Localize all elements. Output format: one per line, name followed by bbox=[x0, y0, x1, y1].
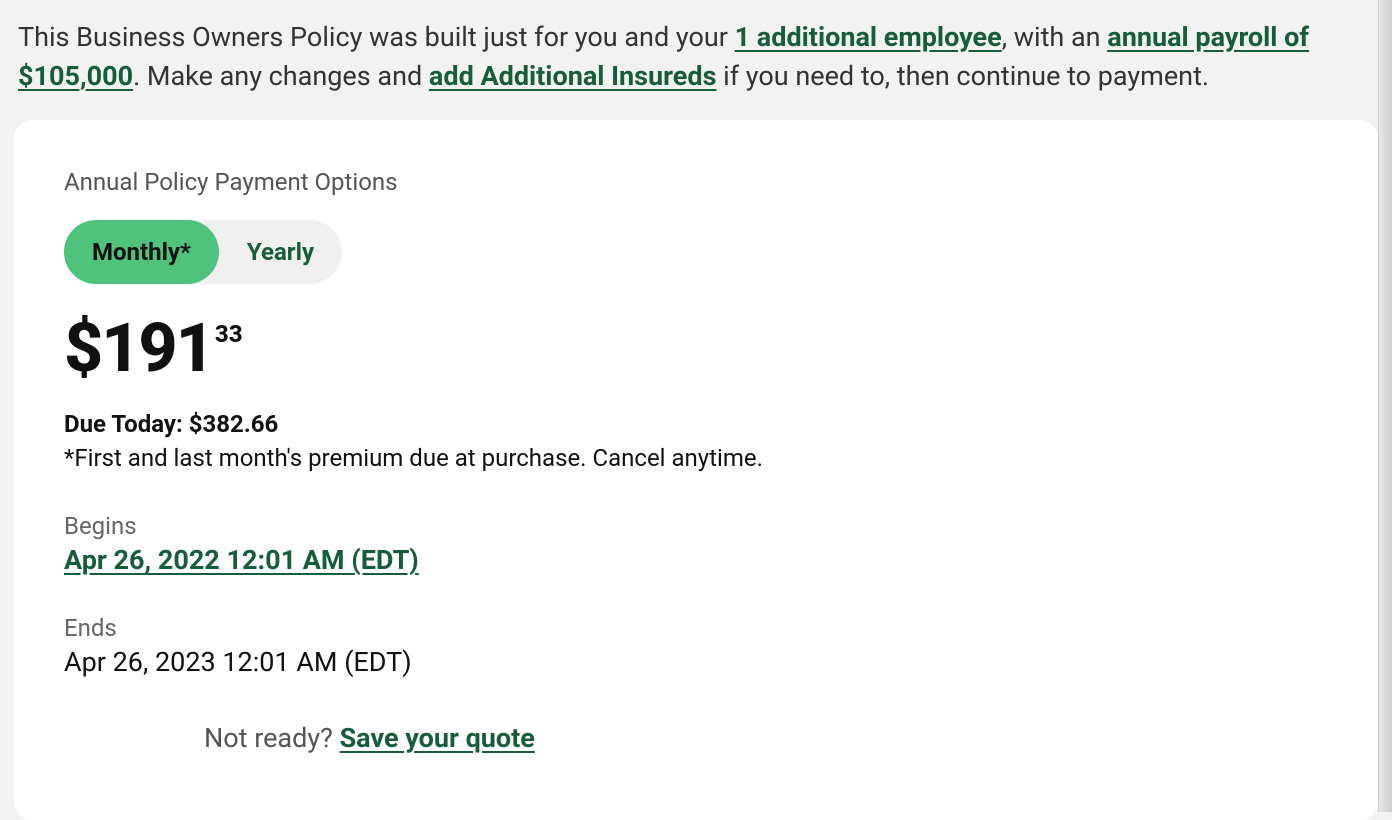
due-today-line: Due Today: $382.66 bbox=[64, 410, 1328, 438]
intro-paragraph: This Business Owners Policy was built ju… bbox=[0, 0, 1392, 120]
begins-label: Begins bbox=[64, 512, 1328, 540]
payment-options-label: Annual Policy Payment Options bbox=[64, 168, 1328, 196]
tab-yearly[interactable]: Yearly bbox=[219, 220, 342, 284]
payment-frequency-toggle: Monthly* Yearly bbox=[64, 220, 342, 284]
premium-disclaimer: *First and last month's premium due at p… bbox=[64, 444, 1328, 472]
save-quote-link[interactable]: Save your quote bbox=[340, 722, 535, 754]
begins-date-link[interactable]: Apr 26, 2022 12:01 AM (EDT) bbox=[64, 544, 419, 576]
scrollbar-track[interactable] bbox=[1378, 0, 1392, 812]
price-cents: 33 bbox=[215, 320, 243, 348]
due-today-label: Due Today: bbox=[64, 410, 189, 438]
due-today-amount: $382.66 bbox=[189, 410, 279, 438]
ends-date-value: Apr 26, 2023 12:01 AM (EDT) bbox=[64, 646, 1328, 678]
save-quote-row: Not ready? Save your quote bbox=[64, 722, 1328, 754]
employees-link[interactable]: 1 additional employee bbox=[735, 21, 1002, 53]
tab-monthly[interactable]: Monthly* bbox=[64, 220, 219, 284]
intro-text-suffix: if you need to, then continue to payment… bbox=[716, 60, 1209, 92]
price-dollars: $191 bbox=[64, 314, 213, 382]
intro-text-mid2: . Make any changes and bbox=[133, 60, 429, 92]
ends-label: Ends bbox=[64, 614, 1328, 642]
payment-card: Annual Policy Payment Options Monthly* Y… bbox=[14, 120, 1378, 820]
price-display: $191 33 bbox=[64, 314, 1328, 382]
save-prefix: Not ready? bbox=[204, 722, 340, 754]
intro-text-prefix: This Business Owners Policy was built ju… bbox=[18, 21, 735, 53]
intro-text-mid1: , with an bbox=[1002, 21, 1108, 53]
additional-insureds-link[interactable]: add Additional Insureds bbox=[429, 60, 717, 92]
